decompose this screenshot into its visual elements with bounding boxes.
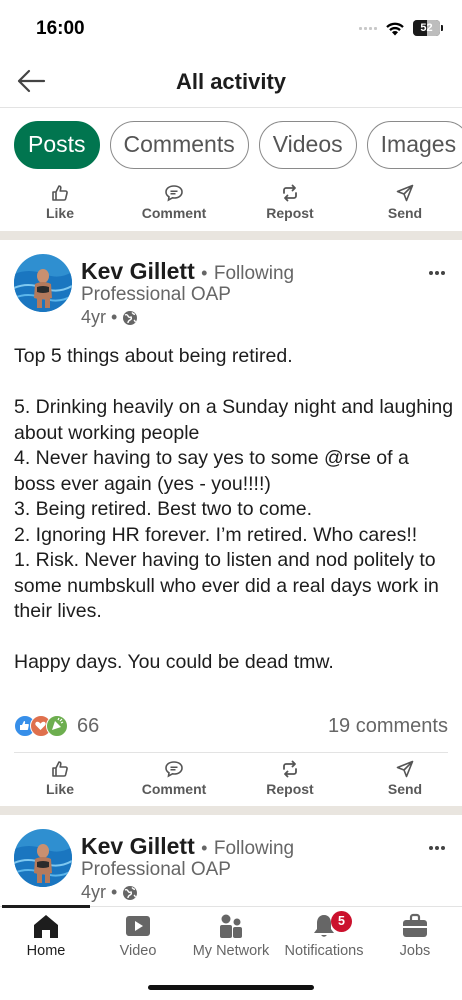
comment-icon (165, 185, 183, 202)
post-actions: Like Comment Repost Send (0, 760, 462, 808)
home-icon (34, 915, 58, 938)
battery-icon: 52 (413, 20, 443, 36)
divider (14, 752, 448, 753)
follow-status: Following (213, 263, 295, 284)
filter-comments[interactable]: Comments (109, 121, 249, 169)
signal-icon (359, 26, 377, 30)
feed-separator (0, 231, 462, 240)
wifi-icon (386, 22, 404, 35)
active-tab-indicator (2, 905, 90, 908)
globe-icon (123, 885, 138, 900)
repost-button[interactable]: Repost (262, 184, 318, 221)
reaction-icons[interactable] (14, 715, 68, 737)
globe-icon (123, 310, 138, 325)
post-age: 4yr • (81, 882, 118, 902)
follow-separator: • (201, 838, 208, 858)
page-title: All activity (175, 69, 287, 94)
post-body: Top 5 things about being retired. 5. Dri… (14, 344, 454, 676)
avatar[interactable] (14, 254, 72, 312)
video-icon (126, 916, 150, 936)
like-label: Like (45, 205, 74, 221)
post-text-line: Happy days. You could be dead tmw. (14, 651, 334, 673)
author-headline: Professional OAP (81, 284, 231, 305)
repost-label: Repost (266, 781, 314, 797)
more-options-button[interactable] (428, 256, 446, 282)
author-headline: Professional OAP (81, 859, 231, 880)
nav-label: Jobs (399, 943, 431, 959)
thumbs-up-icon (52, 761, 68, 777)
post-text-line: 3. Being retired. Best two to come. (14, 498, 313, 520)
author-line: Kev Gillett • Following (81, 258, 294, 285)
author-name[interactable]: Kev Gillett (81, 258, 195, 284)
activity-filters: Posts Comments Videos Images (14, 121, 462, 169)
reaction-count[interactable]: 66 (77, 715, 99, 738)
network-icon (220, 914, 242, 938)
follow-separator: • (201, 263, 208, 283)
status-time: 16:00 (36, 18, 85, 39)
post-text-line: 5. Drinking heavily on a Sunday night an… (14, 396, 454, 444)
nav-video[interactable]: Video (112, 913, 164, 959)
send-label: Send (387, 205, 423, 221)
like-button[interactable]: Like (40, 184, 80, 221)
social-counts: 66 19 comments (14, 713, 448, 743)
follow-status: Following (213, 838, 295, 859)
page-header: All activity (0, 56, 462, 108)
filter-posts[interactable]: Posts (14, 121, 100, 169)
comment-button[interactable]: Comment (136, 760, 212, 797)
nav-jobs[interactable]: Jobs (392, 913, 438, 959)
more-icon (429, 846, 445, 850)
post-text-line: 2. Ignoring HR forever. I’m retired. Who… (14, 523, 418, 546)
post-age: 4yr • (81, 307, 118, 327)
activity-post: Kev Gillett • Following Professional OAP… (0, 240, 462, 806)
post-text-line: 1. Risk. Never having to listen and nod … (14, 549, 439, 622)
avatar[interactable] (14, 829, 72, 887)
briefcase-icon (403, 913, 427, 937)
repost-icon (283, 184, 297, 202)
author-name[interactable]: Kev Gillett (81, 833, 195, 859)
comment-count[interactable]: 19 comments (328, 715, 448, 738)
post-meta: 4yr • (81, 882, 138, 903)
nav-label: My Network (192, 943, 270, 959)
previous-post-actions: Like Comment Repost Send (0, 184, 462, 232)
status-bar: 16:00 52 (0, 0, 462, 56)
send-button[interactable]: Send (384, 184, 426, 221)
like-button[interactable]: Like (40, 760, 80, 797)
nav-label: Home (26, 943, 66, 959)
nav-home[interactable]: Home (20, 913, 72, 959)
filter-images[interactable]: Images (366, 121, 462, 169)
more-icon (429, 271, 445, 275)
send-button[interactable]: Send (384, 760, 426, 797)
home-indicator (148, 985, 314, 990)
comment-label: Comment (141, 205, 207, 221)
post-meta: 4yr • (81, 307, 138, 328)
more-options-button[interactable] (428, 831, 446, 857)
post-text-line: 4. Never having to say yes to some @rse … (14, 447, 409, 495)
notification-badge: 5 (331, 911, 352, 932)
avatar-image (14, 254, 72, 312)
nav-label: Notifications (284, 943, 364, 959)
repost-button[interactable]: Repost (262, 760, 318, 797)
battery-text: 52 (420, 22, 433, 34)
thumbs-up-icon (52, 185, 68, 201)
repost-label: Repost (266, 205, 314, 221)
send-icon (396, 184, 414, 202)
like-label: Like (45, 781, 74, 797)
author-line: Kev Gillett • Following (81, 833, 294, 860)
comment-label: Comment (141, 781, 207, 797)
feed-separator (0, 806, 462, 815)
send-label: Send (387, 781, 423, 797)
activity-post: Kev Gillett • Following Professional OAP… (0, 815, 462, 906)
nav-label: Video (119, 943, 157, 959)
comment-icon (165, 761, 183, 778)
post-text-line: Top 5 things about being retired. (14, 345, 293, 367)
nav-my-network[interactable]: My Network (188, 913, 274, 959)
avatar-image (14, 829, 72, 887)
status-icons: 52 (359, 20, 443, 36)
send-icon (396, 760, 414, 778)
comment-button[interactable]: Comment (136, 184, 212, 221)
repost-icon (283, 760, 297, 778)
nav-notifications[interactable]: 5 Notifications (279, 911, 369, 959)
celebrate-reaction-icon (46, 715, 68, 737)
filter-videos[interactable]: Videos (258, 121, 357, 169)
